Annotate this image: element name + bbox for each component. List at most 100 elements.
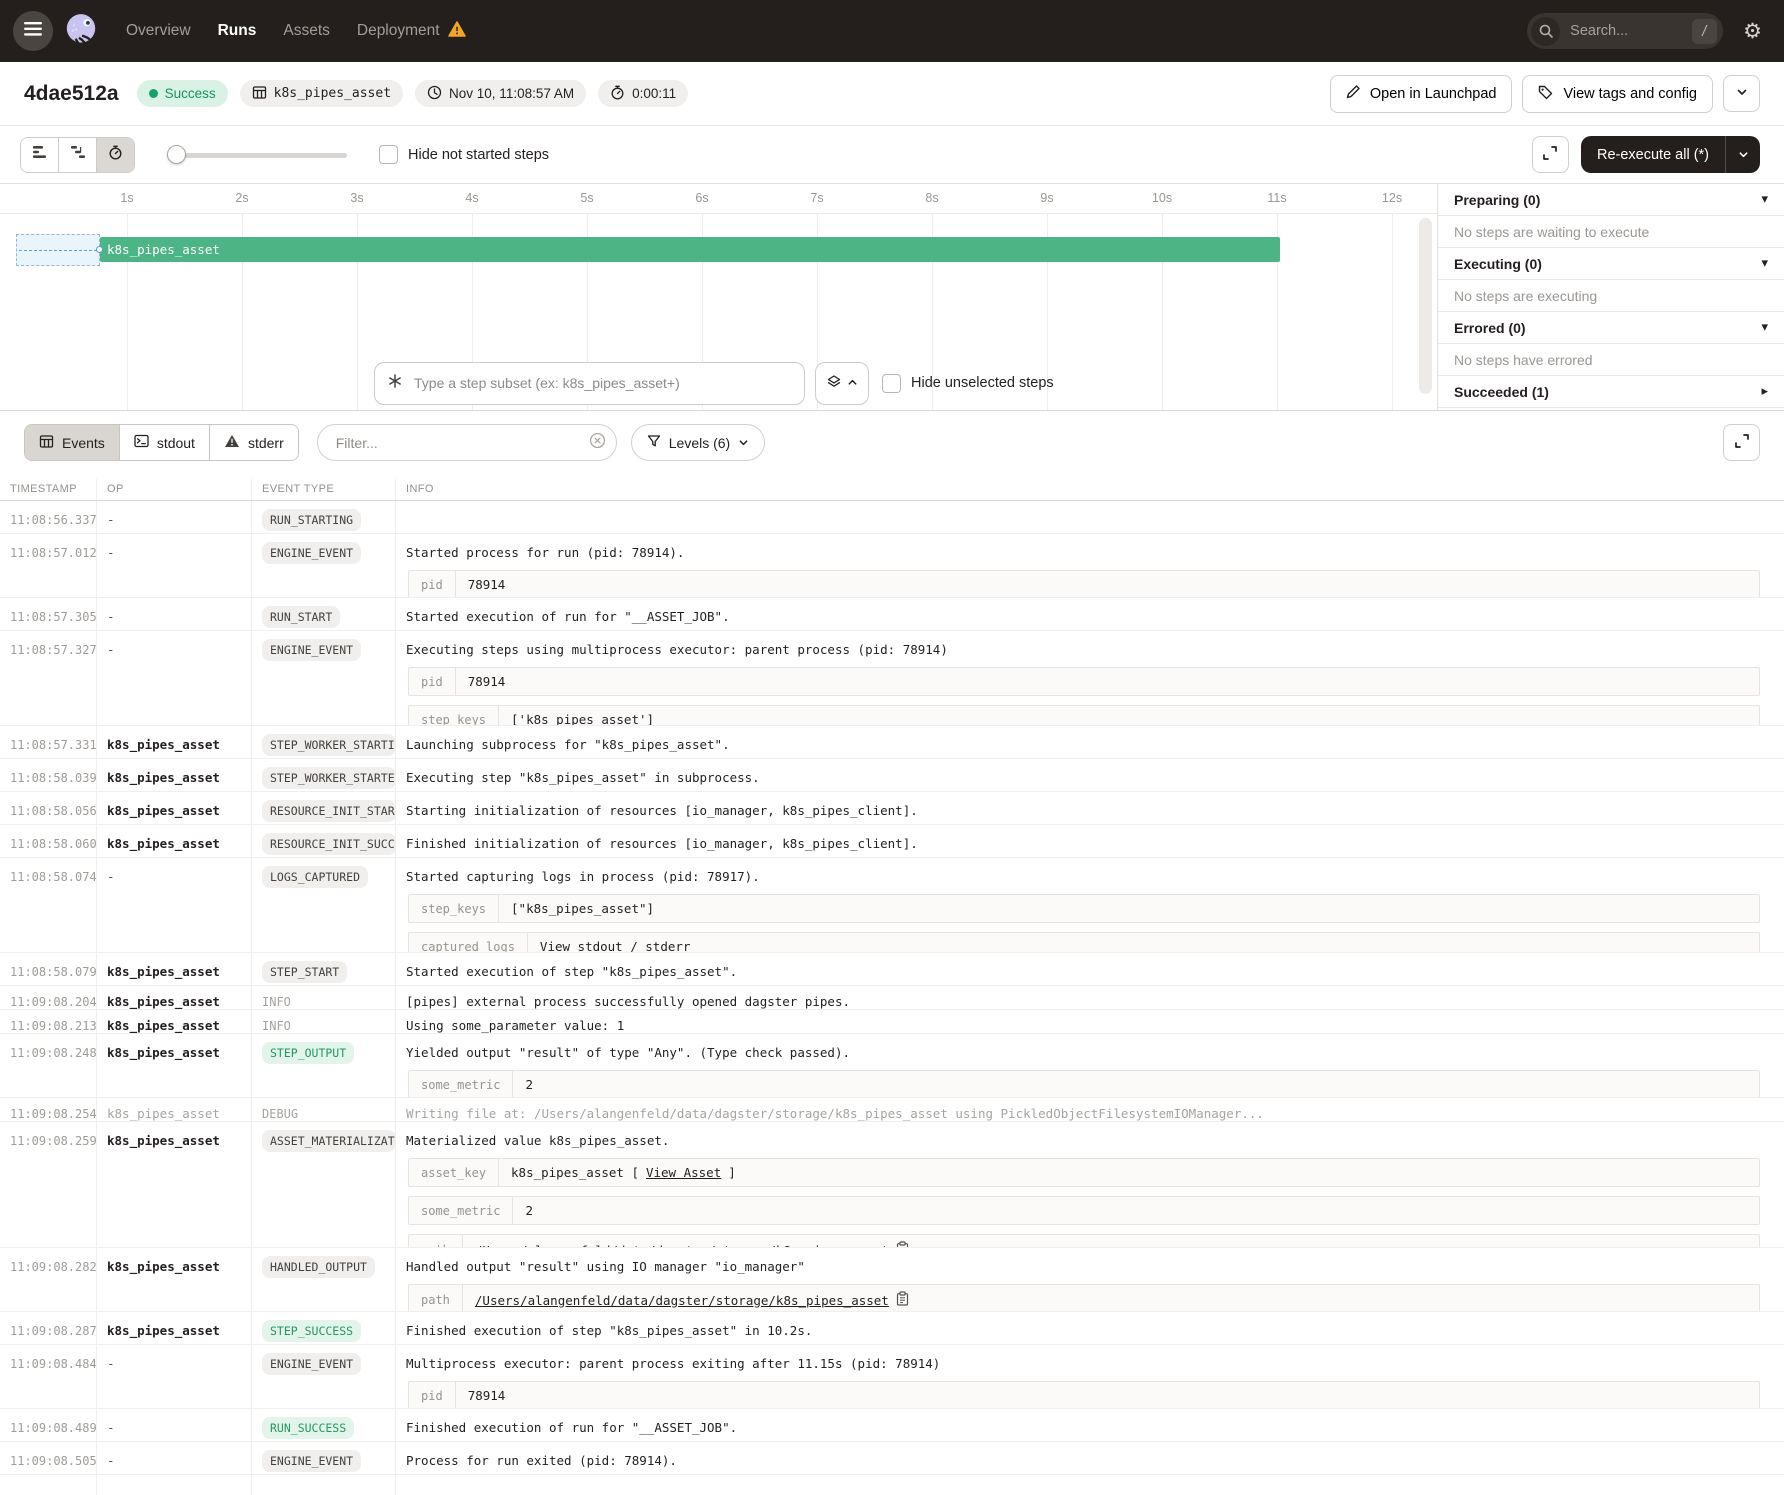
panel-section-header[interactable]: Preparing (0)▾ <box>1438 184 1784 216</box>
tag-icon <box>1538 84 1554 104</box>
event-timestamp: 11:09:08.259 <box>10 1134 97 1148</box>
panel-section-desc: No steps are executing <box>1438 280 1784 312</box>
log-row[interactable]: 11:09:08.254k8s_pipes_assetDEBUGWriting … <box>0 1098 1784 1122</box>
event-info: Started execution of step "k8s_pipes_ass… <box>406 964 737 979</box>
terminal-icon <box>134 434 149 451</box>
metadata-label: pid <box>409 1382 456 1408</box>
panel-section-header[interactable]: Executing (0)▾ <box>1438 248 1784 280</box>
settings-gear-icon[interactable]: ⚙ <box>1743 19 1762 43</box>
event-log-header: TIMESTAMPOPEVENT TYPEINFO <box>0 479 1784 501</box>
gantt-waterfall-view-button[interactable] <box>59 138 97 172</box>
levels-filter-button[interactable]: Levels (6) <box>631 424 765 461</box>
event-info: Starting initialization of resources [io… <box>406 803 918 818</box>
chevron-down-icon[interactable]: ▾ <box>1761 256 1768 271</box>
run-duration-tag: 0:00:11 <box>598 80 688 107</box>
job-name-tag[interactable]: k8s_pipes_asset <box>240 80 403 107</box>
hamburger-icon <box>24 22 42 41</box>
chevron-down-icon <box>1736 86 1748 101</box>
log-row[interactable]: 11:08:58.039k8s_pipes_assetSTEP_WORKER_S… <box>0 759 1784 792</box>
event-type-badge: RUN_STARTING <box>262 509 361 531</box>
run-actions-dropdown-button[interactable] <box>1723 75 1760 112</box>
event-info: Finished execution of step "k8s_pipes_as… <box>406 1323 812 1338</box>
log-row[interactable]: 11:09:08.213k8s_pipes_assetINFOUsing som… <box>0 1010 1784 1034</box>
event-type-badge: LOGS_CAPTURED <box>262 866 368 888</box>
log-row[interactable]: 11:08:57.012-ENGINE_EVENTStarted process… <box>0 534 1784 598</box>
slider-knob[interactable] <box>167 145 186 164</box>
panel-section-header[interactable]: Succeeded (1)▸ <box>1438 376 1784 408</box>
copy-icon[interactable] <box>896 1241 909 1247</box>
log-row[interactable]: 11:08:58.079k8s_pipes_assetSTEP_STARTSta… <box>0 953 1784 986</box>
log-row[interactable]: 11:09:08.505-ENGINE_EVENTProcess for run… <box>0 1442 1784 1475</box>
log-row[interactable]: 11:09:08.489-RUN_SUCCESSFinished executi… <box>0 1409 1784 1442</box>
gantt-step-bar[interactable]: k8s_pipes_asset <box>100 237 1280 262</box>
event-op: k8s_pipes_asset <box>107 1259 220 1274</box>
chevron-down-icon[interactable]: ▾ <box>1761 320 1768 335</box>
event-info: Executing steps using multiprocess execu… <box>406 642 948 657</box>
log-filter-input[interactable] <box>334 434 589 452</box>
metadata-value: ['k8s_pipes_asset'] <box>499 706 666 725</box>
meta-link[interactable]: View Asset <box>646 1165 721 1180</box>
hide-not-started-checkbox[interactable] <box>379 145 398 164</box>
gantt-timed-view-button[interactable] <box>97 138 134 172</box>
dagster-logo-icon[interactable] <box>60 10 102 52</box>
metadata-entry: some_metric2 <box>408 1070 1760 1097</box>
log-row[interactable]: 11:08:58.074-LOGS_CAPTUREDStarted captur… <box>0 858 1784 953</box>
tick-label: 1s <box>107 191 147 205</box>
log-row[interactable]: 11:09:08.282k8s_pipes_assetHANDLED_OUTPU… <box>0 1248 1784 1312</box>
log-row[interactable]: 11:08:58.060k8s_pipes_assetRESOURCE_INIT… <box>0 825 1784 858</box>
step-subset-input[interactable] <box>412 374 792 392</box>
meta-link[interactable]: /Users/alangenfeld/data/dagster/storage/… <box>475 1243 889 1248</box>
clear-filter-icon[interactable] <box>589 432 606 454</box>
tab-events[interactable]: Events <box>25 425 120 460</box>
menu-button[interactable] <box>13 11 53 51</box>
event-timestamp: 11:08:58.079 <box>10 965 97 979</box>
log-row[interactable]: 11:08:57.331k8s_pipes_assetSTEP_WORKER_S… <box>0 726 1784 759</box>
view-tags-config-button[interactable]: View tags and config <box>1522 75 1713 113</box>
warning-icon <box>224 434 240 451</box>
log-row[interactable]: 11:09:08.259k8s_pipes_assetASSET_MATERIA… <box>0 1122 1784 1248</box>
metadata-label: path <box>409 1235 463 1247</box>
nav-link-runs[interactable]: Runs <box>218 22 257 40</box>
event-timestamp: 11:09:08.254 <box>10 1107 97 1121</box>
column-header-timestamp: TIMESTAMP <box>0 479 97 500</box>
log-row[interactable]: 11:08:57.305-RUN_STARTStarted execution … <box>0 598 1784 631</box>
deployment-warning-icon <box>448 21 466 42</box>
log-row[interactable]: 11:09:08.287k8s_pipes_assetSTEP_SUCCESSF… <box>0 1312 1784 1345</box>
gantt-flat-view-button[interactable] <box>21 138 59 172</box>
gantt-waiting-segment <box>16 234 100 266</box>
event-timestamp: 11:08:58.060 <box>10 837 97 851</box>
metadata-label: pid <box>409 571 456 597</box>
open-in-launchpad-button[interactable]: Open in Launchpad <box>1330 75 1513 113</box>
events-fullscreen-button[interactable] <box>1723 424 1760 461</box>
nav-link-deployment[interactable]: Deployment <box>357 21 466 42</box>
gantt-fullscreen-button[interactable] <box>1532 136 1569 173</box>
event-type-badge: ENGINE_EVENT <box>262 542 361 564</box>
log-row[interactable]: 11:09:08.248k8s_pipes_assetSTEP_OUTPUTYi… <box>0 1034 1784 1098</box>
tab-stdout[interactable]: stdout <box>120 425 210 460</box>
tab-stderr[interactable]: stderr <box>210 425 298 460</box>
hide-unselected-checkbox[interactable] <box>882 374 901 393</box>
log-row[interactable]: 11:08:58.056k8s_pipes_assetRESOURCE_INIT… <box>0 792 1784 825</box>
reexecute-dropdown-button[interactable] <box>1726 136 1760 173</box>
status-dot-icon <box>149 89 158 98</box>
gantt-view-toggle <box>20 137 135 173</box>
log-row[interactable]: 11:08:57.327-ENGINE_EVENTExecuting steps… <box>0 631 1784 726</box>
reexecute-all-button[interactable]: Re-execute all (*) <box>1581 136 1760 173</box>
global-search[interactable]: / <box>1527 13 1723 49</box>
event-log-table: TIMESTAMPOPEVENT TYPEINFO 11:08:56.337-R… <box>0 479 1784 1495</box>
step-query-options-button[interactable] <box>815 362 869 405</box>
chevron-down-icon[interactable]: ▾ <box>1761 192 1768 207</box>
log-row[interactable]: 11:09:08.204k8s_pipes_assetINFO[pipes] e… <box>0 986 1784 1010</box>
nav-link-overview[interactable]: Overview <box>126 22 191 40</box>
copy-icon[interactable] <box>896 1291 909 1309</box>
log-row[interactable]: 11:09:08.484-ENGINE_EVENTMultiprocess ex… <box>0 1345 1784 1409</box>
meta-link[interactable]: /Users/alangenfeld/data/dagster/storage/… <box>475 1293 889 1308</box>
panel-section-header[interactable]: Errored (0)▾ <box>1438 312 1784 344</box>
search-input[interactable] <box>1568 22 1692 40</box>
nav-link-assets[interactable]: Assets <box>283 22 330 40</box>
gantt-zoom-slider[interactable] <box>167 144 347 166</box>
run-status-badge: Success <box>137 80 228 107</box>
chevron-right-icon[interactable]: ▸ <box>1761 384 1768 399</box>
dagster-run-page: OverviewRunsAssetsDeployment / ⚙ 4dae512… <box>0 0 1784 1495</box>
log-row[interactable]: 11:08:56.337-RUN_STARTING <box>0 501 1784 534</box>
